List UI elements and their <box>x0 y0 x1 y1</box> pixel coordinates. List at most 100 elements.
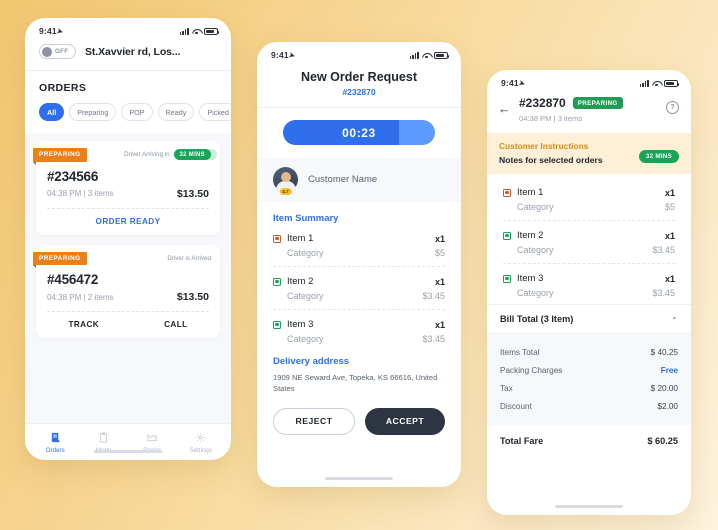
bill-label: Items Total <box>500 347 540 357</box>
countdown-timer-wrap: 00:23 <box>257 108 461 158</box>
reject-button[interactable]: REJECT <box>273 407 355 435</box>
item-name: Item 3 <box>517 273 544 284</box>
customer-name: Customer Name <box>308 174 378 185</box>
customer-row[interactable]: 4.7 Customer Name <box>257 158 461 202</box>
veg-marker-icon <box>503 274 511 283</box>
orders-icon <box>31 431 80 444</box>
item-bottom-row: Category $3.45 <box>273 287 445 301</box>
eta-badge: 32 MINS <box>173 149 211 161</box>
bill-total-title: Bill Total (3 Item) <box>500 314 574 324</box>
item-bottom-row: Category $5 <box>273 244 445 258</box>
notice-text: Customer Instructions Notes for selected… <box>499 141 603 165</box>
item-category: Category <box>287 248 324 258</box>
chip-preparing[interactable]: Preparing <box>69 103 117 121</box>
item-qty: x1 <box>434 319 445 330</box>
bill-value: $2.00 <box>657 401 679 411</box>
bill-total-header[interactable]: Bill Total (3 Item) ⌄ <box>487 304 691 334</box>
rating-badge: 4.7 <box>279 188 292 195</box>
store-open-toggle[interactable]: OFF <box>39 44 76 59</box>
order-id-row: #232870 PREPARING <box>519 96 658 110</box>
order-number: #456472 <box>47 272 99 287</box>
chip-ready[interactable]: Ready <box>157 103 195 121</box>
bill-row: Packing Charges Free <box>500 361 678 379</box>
delivery-address-text: 1909 NE Seward Ave, Topeka, KS 66616, Un… <box>273 373 438 394</box>
countdown-timer: 00:23 <box>283 120 435 145</box>
item-name-wrap: Item 3 <box>503 273 543 284</box>
item-name: Item 2 <box>517 230 544 241</box>
accept-button[interactable]: ACCEPT <box>365 407 445 435</box>
delivery-address-block: Delivery address 1909 NE Seward Ave, Top… <box>257 344 461 395</box>
item-bottom-row: Category $5 <box>503 198 675 212</box>
detail-header: ← #232870 PREPARING 04:38 PM | 3 items ? <box>487 92 691 133</box>
chevron-up-icon[interactable]: ⌄ <box>671 315 678 324</box>
driver-status: Driver is Arrived <box>167 255 211 262</box>
item-name-wrap: Item 1 <box>503 187 543 198</box>
item-qty: x1 <box>664 273 675 284</box>
status-time: 9:41➤ <box>271 50 296 61</box>
item-price: $5 <box>664 202 675 212</box>
track-button[interactable]: TRACK <box>68 320 99 329</box>
item-price: $5 <box>434 248 445 258</box>
battery-icon <box>434 51 450 59</box>
list-item: Item 2 x1 Category $3.45 <box>257 267 461 301</box>
total-fare-row: Total Fare $ 60.25 <box>487 425 691 446</box>
status-badge: PREPARING <box>572 97 623 109</box>
item-bottom-row: Category $3.45 <box>503 284 675 298</box>
veg-marker-icon <box>273 277 281 286</box>
help-icon[interactable]: ? <box>666 101 679 114</box>
chip-picked[interactable]: Picked <box>199 103 231 121</box>
item-top-row: Item 1 x1 <box>503 187 675 198</box>
order-meta: 04:38 PM | 3 items <box>47 189 114 198</box>
order-meta-row: 04:38 PM | 3 items $13.50 <box>36 184 220 200</box>
order-meta-row: 04:38 PM | 2 items $13.50 <box>36 287 220 303</box>
item-price: $3.45 <box>652 245 675 255</box>
wifi-icon <box>422 52 431 59</box>
order-meta: 04:38 PM | 2 items <box>47 292 114 302</box>
item-name-wrap: Item 2 <box>503 230 543 241</box>
item-name: Item 1 <box>287 233 314 244</box>
bill-value: Free <box>660 365 678 375</box>
driver-status: Driver Arriving in 32 MINS <box>124 149 211 161</box>
menu-icon <box>80 431 129 444</box>
customer-instructions-banner: Customer Instructions Notes for selected… <box>487 133 691 174</box>
status-bar: 9:41➤ <box>487 70 691 92</box>
item-name: Item 3 <box>287 319 314 330</box>
order-number: #234566 <box>47 168 99 184</box>
tab-settings[interactable]: Settings <box>177 431 226 454</box>
item-summary-title: Item Summary <box>273 213 339 224</box>
store-address[interactable]: St.Xavvier rd, Los... <box>85 46 180 58</box>
item-name-wrap: Item 1 <box>273 233 313 244</box>
item-bottom-row: Category $3.45 <box>503 241 675 255</box>
item-category: Category <box>517 202 554 212</box>
status-indicators <box>409 51 450 59</box>
order-card[interactable]: PREPARING Driver Arriving in 32 MINS #23… <box>33 141 220 235</box>
item-qty: x1 <box>664 230 675 241</box>
item-name-wrap: Item 3 <box>273 319 313 330</box>
chip-all[interactable]: All <box>39 103 65 121</box>
delivery-address-title: Delivery address <box>273 356 350 367</box>
order-card[interactable]: PREPARING Driver is Arrived #456472 04:3… <box>33 244 220 338</box>
back-arrow-icon[interactable]: ← <box>498 96 511 115</box>
timer-value: 00:23 <box>342 125 376 140</box>
signal-icon <box>639 79 649 87</box>
nonveg-marker-icon <box>503 188 511 197</box>
page-title: New Order Request <box>300 70 417 84</box>
tab-orders[interactable]: Orders <box>31 431 80 454</box>
nonveg-marker-icon <box>273 234 281 243</box>
phone-order-detail: 9:41➤ ← #232870 PREPARING 04:38 PM | 3 i… <box>487 70 691 515</box>
statics-icon <box>128 431 177 444</box>
veg-marker-icon <box>273 320 281 329</box>
bill-value: $ 40.25 <box>650 347 678 357</box>
order-ready-button[interactable]: ORDER READY <box>36 209 220 226</box>
status-indicators <box>639 79 680 87</box>
bill-value: $ 20.00 <box>650 383 678 393</box>
item-qty: x1 <box>434 233 445 244</box>
call-button[interactable]: CALL <box>164 320 187 329</box>
item-price: $3.45 <box>422 334 445 344</box>
home-indicator <box>94 450 162 453</box>
chip-pop[interactable]: POP <box>121 103 153 121</box>
item-price: $3.45 <box>422 291 445 301</box>
order-card-header: PREPARING Driver Arriving in 32 MINS <box>33 141 220 164</box>
total-fare-label: Total Fare <box>500 436 544 446</box>
bill-row: Discount $2.00 <box>500 397 678 415</box>
